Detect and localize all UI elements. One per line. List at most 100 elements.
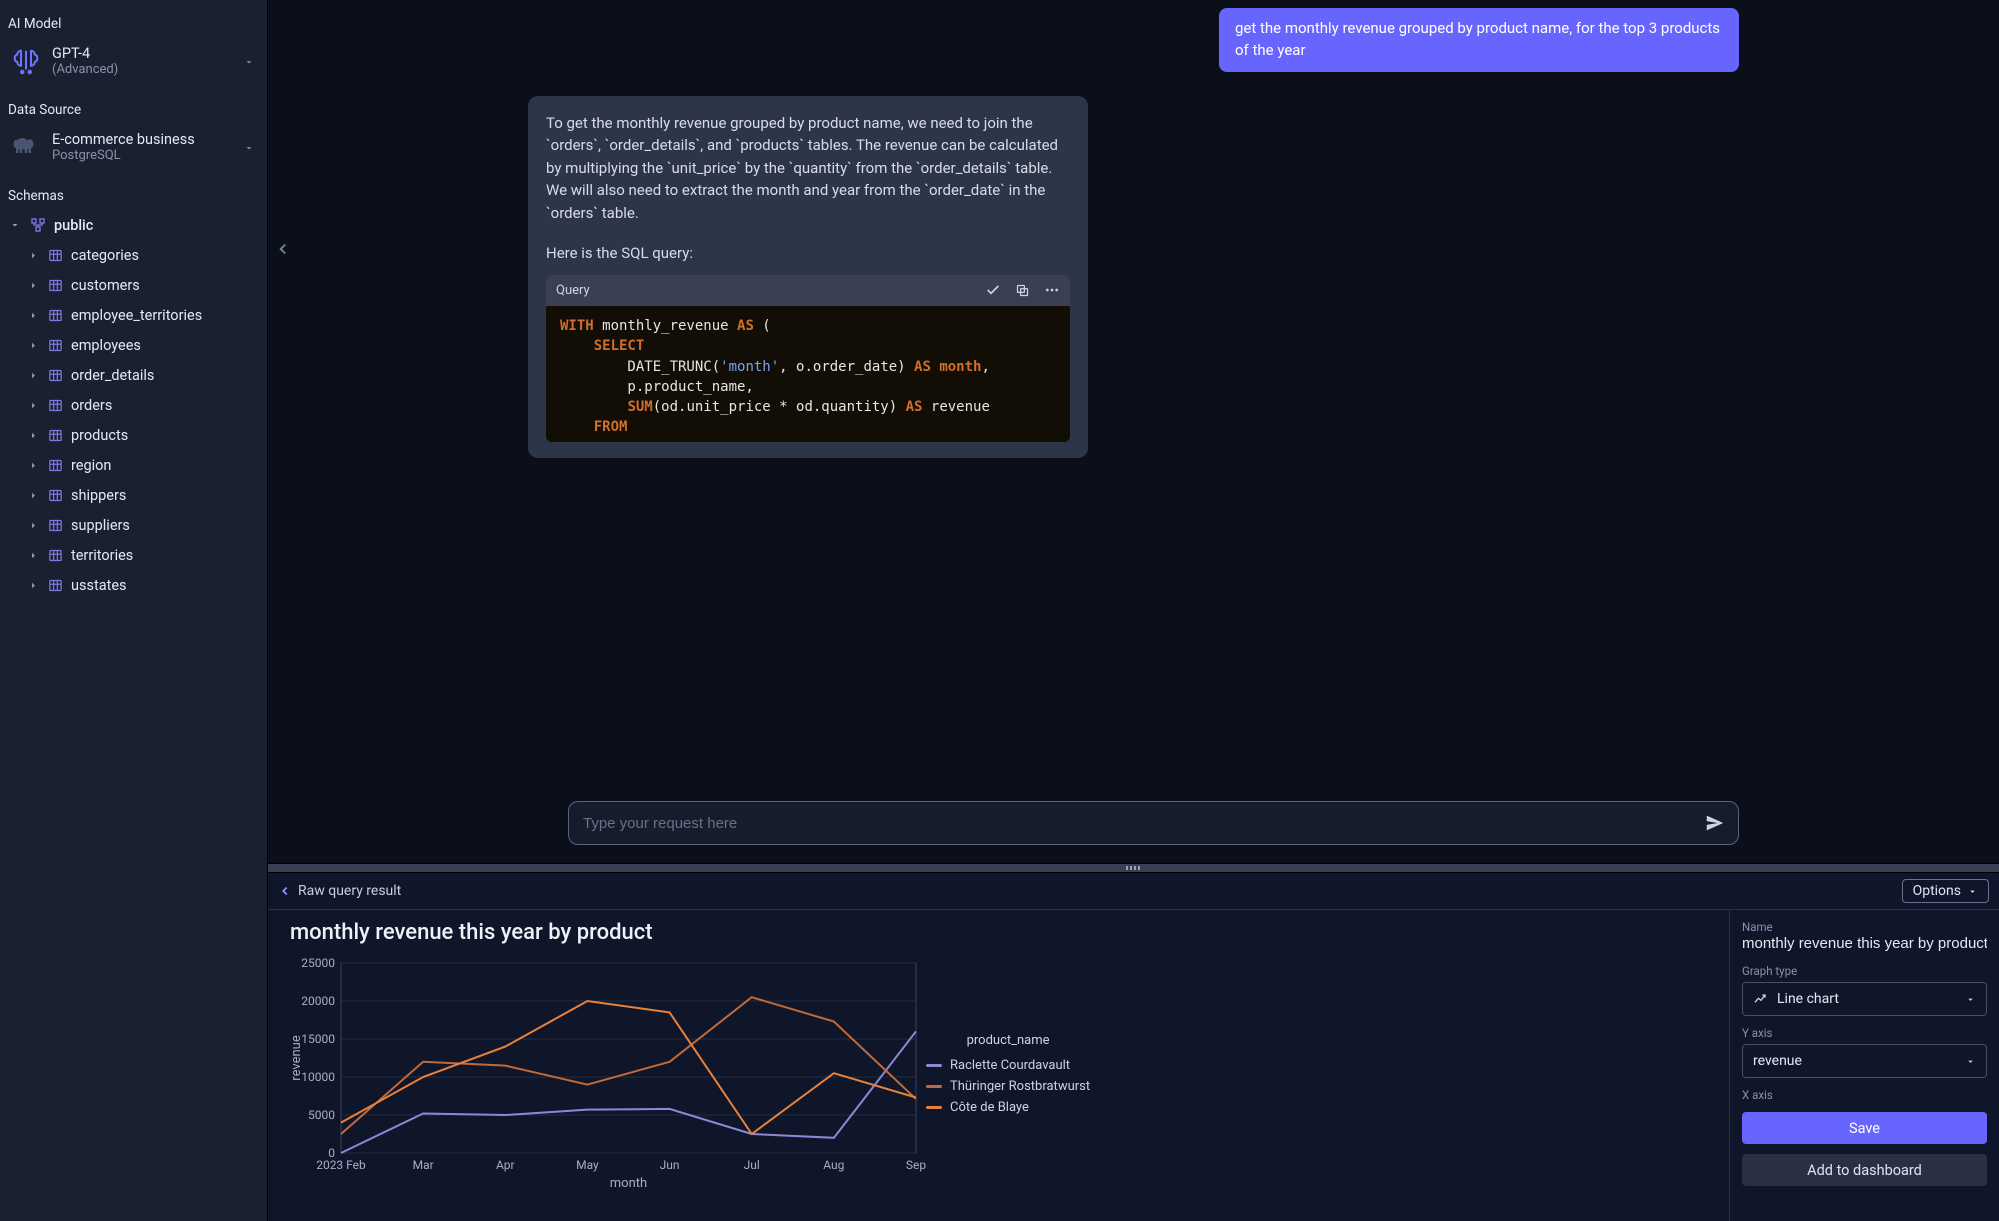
query-label: Query	[556, 281, 590, 301]
table-row-territories[interactable]: territories	[24, 540, 259, 570]
main-pane: get the monthly revenue grouped by produ…	[268, 0, 1999, 1221]
legend-item: Thüringer Rostbratwurst	[926, 1079, 1090, 1094]
table-row-orders[interactable]: orders	[24, 390, 259, 420]
data-source-sub: PostgreSQL	[52, 149, 195, 164]
table-row-shippers[interactable]: shippers	[24, 480, 259, 510]
table-row-suppliers[interactable]: suppliers	[24, 510, 259, 540]
table-name: employees	[71, 337, 141, 354]
table-name: shippers	[71, 487, 126, 504]
table-row-order_details[interactable]: order_details	[24, 360, 259, 390]
chevron-down-icon	[243, 142, 255, 154]
table-name: employee_territories	[71, 307, 202, 324]
result-panel: Raw query result Options monthly revenue…	[268, 873, 1999, 1221]
y-axis-label: Y axis	[1742, 1026, 1987, 1040]
sidebar: AI Model GPT-4 (Advanced) Data Source	[0, 0, 268, 1221]
table-icon	[48, 458, 63, 473]
table-name: usstates	[71, 577, 127, 594]
table-icon	[48, 308, 63, 323]
chevron-right-icon	[26, 400, 40, 411]
chart-name-input[interactable]	[1742, 934, 1987, 954]
chevron-down-icon	[8, 219, 22, 231]
send-button[interactable]	[1704, 812, 1726, 834]
chevron-right-icon	[26, 280, 40, 291]
chevron-right-icon	[26, 250, 40, 261]
table-row-categories[interactable]: categories	[24, 240, 259, 270]
svg-text:Mar: Mar	[413, 1158, 434, 1172]
table-icon	[48, 338, 63, 353]
chevron-right-icon	[26, 580, 40, 591]
svg-text:Jul: Jul	[744, 1158, 760, 1172]
name-field-label: Name	[1742, 920, 1987, 934]
svg-text:revenue: revenue	[289, 1035, 304, 1081]
table-row-region[interactable]: region	[24, 450, 259, 480]
svg-text:Apr: Apr	[496, 1158, 515, 1172]
svg-text:10000: 10000	[301, 1070, 335, 1084]
table-row-customers[interactable]: customers	[24, 270, 259, 300]
y-axis-value: revenue	[1753, 1053, 1802, 1069]
chevron-right-icon	[26, 460, 40, 471]
save-button[interactable]: Save	[1742, 1112, 1987, 1144]
chevron-right-icon	[26, 370, 40, 381]
table-icon	[48, 368, 63, 383]
chevron-right-icon	[26, 430, 40, 441]
brain-icon	[10, 46, 42, 78]
graph-type-value: Line chart	[1777, 991, 1839, 1007]
table-icon	[48, 278, 63, 293]
back-button[interactable]: Raw query result	[278, 883, 401, 899]
svg-text:25000: 25000	[301, 956, 335, 970]
table-row-employees[interactable]: employees	[24, 330, 259, 360]
data-source-picker[interactable]: E-commerce business PostgreSQL	[6, 126, 259, 170]
schema-icon	[30, 217, 46, 233]
app-root: AI Model GPT-4 (Advanced) Data Source	[0, 0, 1999, 1221]
legend-item: Côte de Blaye	[926, 1100, 1090, 1115]
table-row-employee_territories[interactable]: employee_territories	[24, 300, 259, 330]
more-icon[interactable]	[1044, 282, 1060, 298]
svg-text:Jun: Jun	[660, 1158, 680, 1172]
composer-input[interactable]	[581, 814, 1704, 833]
chart-title: monthly revenue this year by product	[290, 920, 1711, 945]
ai-model-sub: (Advanced)	[52, 63, 118, 78]
line-chart: 05000100001500020000250002023 FebMarAprM…	[286, 953, 926, 1193]
ai-model-name: GPT-4	[52, 46, 118, 63]
table-name: customers	[71, 277, 140, 294]
vertical-splitter[interactable]	[268, 863, 1999, 873]
chevron-down-icon	[243, 56, 255, 68]
y-axis-select[interactable]: revenue	[1742, 1044, 1987, 1078]
table-icon	[48, 398, 63, 413]
svg-text:month: month	[610, 1176, 647, 1191]
chevron-right-icon	[26, 340, 40, 351]
copy-icon[interactable]	[1015, 283, 1030, 298]
svg-text:May: May	[576, 1158, 599, 1172]
options-label: Options	[1913, 883, 1961, 899]
data-source-name: E-commerce business	[52, 132, 195, 149]
legend-swatch	[926, 1064, 942, 1067]
assistant-text-2: Here is the SQL query:	[546, 242, 1070, 265]
svg-text:20000: 20000	[301, 994, 335, 1008]
chart-config-pane: Name Graph type Line chart	[1729, 910, 1999, 1221]
schema-tree: public categories customers employee_terri…	[6, 210, 259, 600]
table-icon	[48, 248, 63, 263]
schema-row-public[interactable]: public	[6, 210, 259, 240]
table-name: orders	[71, 397, 112, 414]
trend-icon	[1753, 991, 1769, 1007]
svg-text:15000: 15000	[301, 1032, 335, 1046]
add-to-dashboard-button[interactable]: Add to dashboard	[1742, 1154, 1987, 1186]
schema-name: public	[54, 217, 93, 234]
table-row-products[interactable]: products	[24, 420, 259, 450]
legend-item: Raclette Courdavault	[926, 1058, 1090, 1073]
x-axis-label: X axis	[1742, 1088, 1987, 1102]
graph-type-label: Graph type	[1742, 964, 1987, 978]
table-row-usstates[interactable]: usstates	[24, 570, 259, 600]
table-name: products	[71, 427, 128, 444]
ai-model-picker[interactable]: GPT-4 (Advanced)	[6, 40, 259, 84]
svg-text:2023 Feb: 2023 Feb	[316, 1158, 366, 1172]
chart-pane: monthly revenue this year by product 050…	[268, 910, 1729, 1221]
table-icon	[48, 488, 63, 503]
data-source-label: Data Source	[6, 96, 259, 122]
svg-text:5000: 5000	[308, 1108, 335, 1122]
graph-type-select[interactable]: Line chart	[1742, 982, 1987, 1016]
chevron-right-icon	[26, 490, 40, 501]
options-button[interactable]: Options	[1902, 879, 1989, 903]
check-icon[interactable]	[985, 282, 1001, 298]
legend-swatch	[926, 1106, 942, 1109]
